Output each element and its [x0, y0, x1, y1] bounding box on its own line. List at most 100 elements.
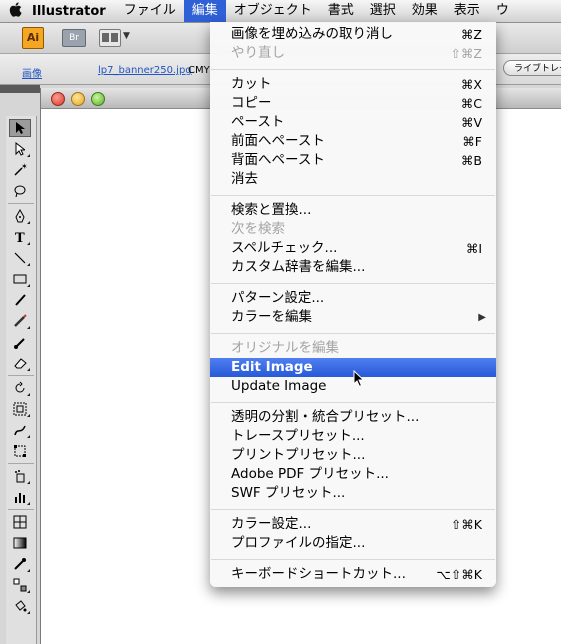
- menu-item-shortcut: ⌥⇧⌘K: [436, 567, 482, 582]
- menu-item-shortcut: ⌘Z: [460, 27, 482, 42]
- menu-separator: [211, 509, 495, 510]
- menu-item-label: Update Image: [231, 378, 327, 394]
- menu-item-flattener-presets[interactable]: 透明の分割・統合プリセット...: [210, 408, 496, 427]
- apple-menu-icon[interactable]: [0, 1, 30, 21]
- menu-effect[interactable]: 効果: [404, 0, 446, 22]
- menu-item-pdf-presets[interactable]: Adobe PDF プリセット...: [210, 465, 496, 484]
- lasso-tool-icon[interactable]: [9, 182, 31, 200]
- menu-item-undo[interactable]: 画像を埋め込みの取り消し ⌘Z: [210, 25, 496, 44]
- menu-item-find-replace[interactable]: 検索と置換...: [210, 201, 496, 220]
- rectangle-tool-icon[interactable]: [9, 270, 31, 288]
- menu-item-label: プリントプリセット...: [231, 447, 366, 463]
- column-graph-tool-icon[interactable]: [9, 488, 31, 506]
- mesh-tool-icon[interactable]: [9, 513, 31, 531]
- menu-select[interactable]: 選択: [362, 0, 404, 22]
- rotate-tool-icon[interactable]: [9, 379, 31, 397]
- zoom-icon[interactable]: [91, 92, 105, 106]
- tool-divider: [8, 203, 34, 204]
- live-trace-button[interactable]: ライブトレース: [503, 60, 561, 76]
- free-transform-tool-icon[interactable]: [9, 442, 31, 460]
- app-menu[interactable]: Illustrator: [32, 4, 106, 19]
- type-tool-icon[interactable]: T: [9, 228, 31, 246]
- pencil-tool-icon[interactable]: [9, 312, 31, 330]
- menu-item-edit-custom-dictionary[interactable]: カスタム辞書を編集...: [210, 258, 496, 277]
- menu-item-label: SWF プリセット...: [231, 485, 346, 501]
- menu-item-label: 次を検索: [231, 221, 285, 237]
- menu-file[interactable]: ファイル: [116, 0, 184, 22]
- close-icon[interactable]: [51, 92, 65, 106]
- menu-view[interactable]: 表示: [446, 0, 488, 22]
- pen-tool-icon[interactable]: [9, 207, 31, 225]
- menu-item-label: カラーを編集: [231, 309, 312, 325]
- menu-item-clear[interactable]: 消去: [210, 170, 496, 189]
- menu-item-paste[interactable]: ペースト ⌘V: [210, 113, 496, 132]
- paintbrush-tool-icon[interactable]: [9, 291, 31, 309]
- menu-item-edit-colors[interactable]: カラーを編集 ▶: [210, 308, 496, 327]
- menu-item-label: トレースプリセット...: [231, 428, 365, 444]
- menu-item-shortcut: ⇧⌘Z: [450, 46, 482, 61]
- magic-wand-tool-icon[interactable]: ✶: [9, 161, 31, 179]
- menu-object[interactable]: オブジェクト: [226, 0, 320, 22]
- blob-brush-tool-icon[interactable]: [9, 333, 31, 351]
- scale-tool-icon[interactable]: [9, 400, 31, 418]
- menu-item-redo: やり直し ⇧⌘Z: [210, 44, 496, 63]
- live-paint-bucket-tool-icon[interactable]: [9, 597, 31, 615]
- gradient-tool-icon[interactable]: [9, 534, 31, 552]
- line-tool-icon[interactable]: [9, 249, 31, 267]
- menu-item-swf-presets[interactable]: SWF プリセット...: [210, 484, 496, 503]
- object-kind-link[interactable]: 画像: [22, 65, 42, 80]
- menu-item-label: オリジナルを編集: [231, 340, 339, 356]
- svg-text:✶: ✶: [21, 163, 27, 171]
- minimize-icon[interactable]: [71, 92, 85, 106]
- menu-item-find-next: 次を検索: [210, 220, 496, 239]
- selection-tool-icon[interactable]: [9, 119, 31, 137]
- menu-item-label: 透明の分割・統合プリセット...: [231, 409, 420, 425]
- tools-panel-header[interactable]: [0, 85, 40, 93]
- illustrator-logo-icon: Ai: [22, 27, 44, 49]
- menu-edit[interactable]: 編集: [183, 0, 226, 22]
- menu-item-shortcut: ⇧⌘K: [450, 517, 482, 532]
- eraser-tool-icon[interactable]: [9, 354, 31, 372]
- menu-item-label: Adobe PDF プリセット...: [231, 466, 389, 482]
- menu-item-cut[interactable]: カット ⌘X: [210, 75, 496, 94]
- menu-window[interactable]: ウ: [488, 0, 517, 22]
- chevron-down-icon[interactable]: ▼: [123, 31, 130, 41]
- menu-item-label: キーボードショートカット...: [231, 566, 406, 582]
- menu-item-assign-profile[interactable]: プロファイルの指定...: [210, 534, 496, 553]
- menu-separator: [211, 559, 495, 560]
- eyedropper-tool-icon[interactable]: [9, 555, 31, 573]
- menu-item-label: カスタム辞書を編集...: [231, 259, 366, 275]
- warp-tool-icon[interactable]: [9, 421, 31, 439]
- linked-file-link[interactable]: lp7_banner250.jpg: [98, 65, 192, 76]
- menu-item-label: プロファイルの指定...: [231, 535, 366, 551]
- menu-item-shortcut: ⌘I: [465, 241, 482, 256]
- menu-separator: [211, 402, 495, 403]
- menu-item-paste-in-front[interactable]: 前面へペースト ⌘F: [210, 132, 496, 151]
- menu-separator: [211, 333, 495, 334]
- menu-item-copy[interactable]: コピー ⌘C: [210, 94, 496, 113]
- direct-selection-tool-icon[interactable]: [9, 140, 31, 158]
- menu-item-tracing-presets[interactable]: トレースプリセット...: [210, 427, 496, 446]
- mouse-pointer-icon: [353, 369, 365, 388]
- menu-item-label: コピー: [231, 95, 272, 111]
- menu-type[interactable]: 書式: [320, 0, 362, 22]
- bridge-button[interactable]: Br: [62, 29, 86, 47]
- menu-separator: [211, 283, 495, 284]
- menu-item-keyboard-shortcuts[interactable]: キーボードショートカット... ⌥⇧⌘K: [210, 565, 496, 584]
- menu-item-paste-in-back[interactable]: 背面へペースト ⌘B: [210, 151, 496, 170]
- menu-item-label: ペースト: [231, 114, 285, 130]
- menu-item-color-settings[interactable]: カラー設定... ⇧⌘K: [210, 515, 496, 534]
- symbol-sprayer-tool-icon[interactable]: [9, 467, 31, 485]
- menu-item-define-pattern[interactable]: パターン設定...: [210, 289, 496, 308]
- menu-item-spell-check[interactable]: スペルチェック... ⌘I: [210, 239, 496, 258]
- menu-item-shortcut: ⌘F: [462, 134, 482, 149]
- menu-item-shortcut: ⌘V: [460, 115, 482, 130]
- menu-item-label: 画像を埋め込みの取り消し: [231, 26, 393, 42]
- menu-item-label: パターン設定...: [231, 290, 325, 306]
- blend-tool-icon[interactable]: [9, 576, 31, 594]
- menu-item-label: 背面へペースト: [231, 152, 325, 168]
- menu-item-label: やり直し: [231, 45, 285, 61]
- menu-item-label: カット: [231, 76, 272, 92]
- menu-item-print-presets[interactable]: プリントプリセット...: [210, 446, 496, 465]
- arrange-documents-icon[interactable]: [99, 29, 121, 47]
